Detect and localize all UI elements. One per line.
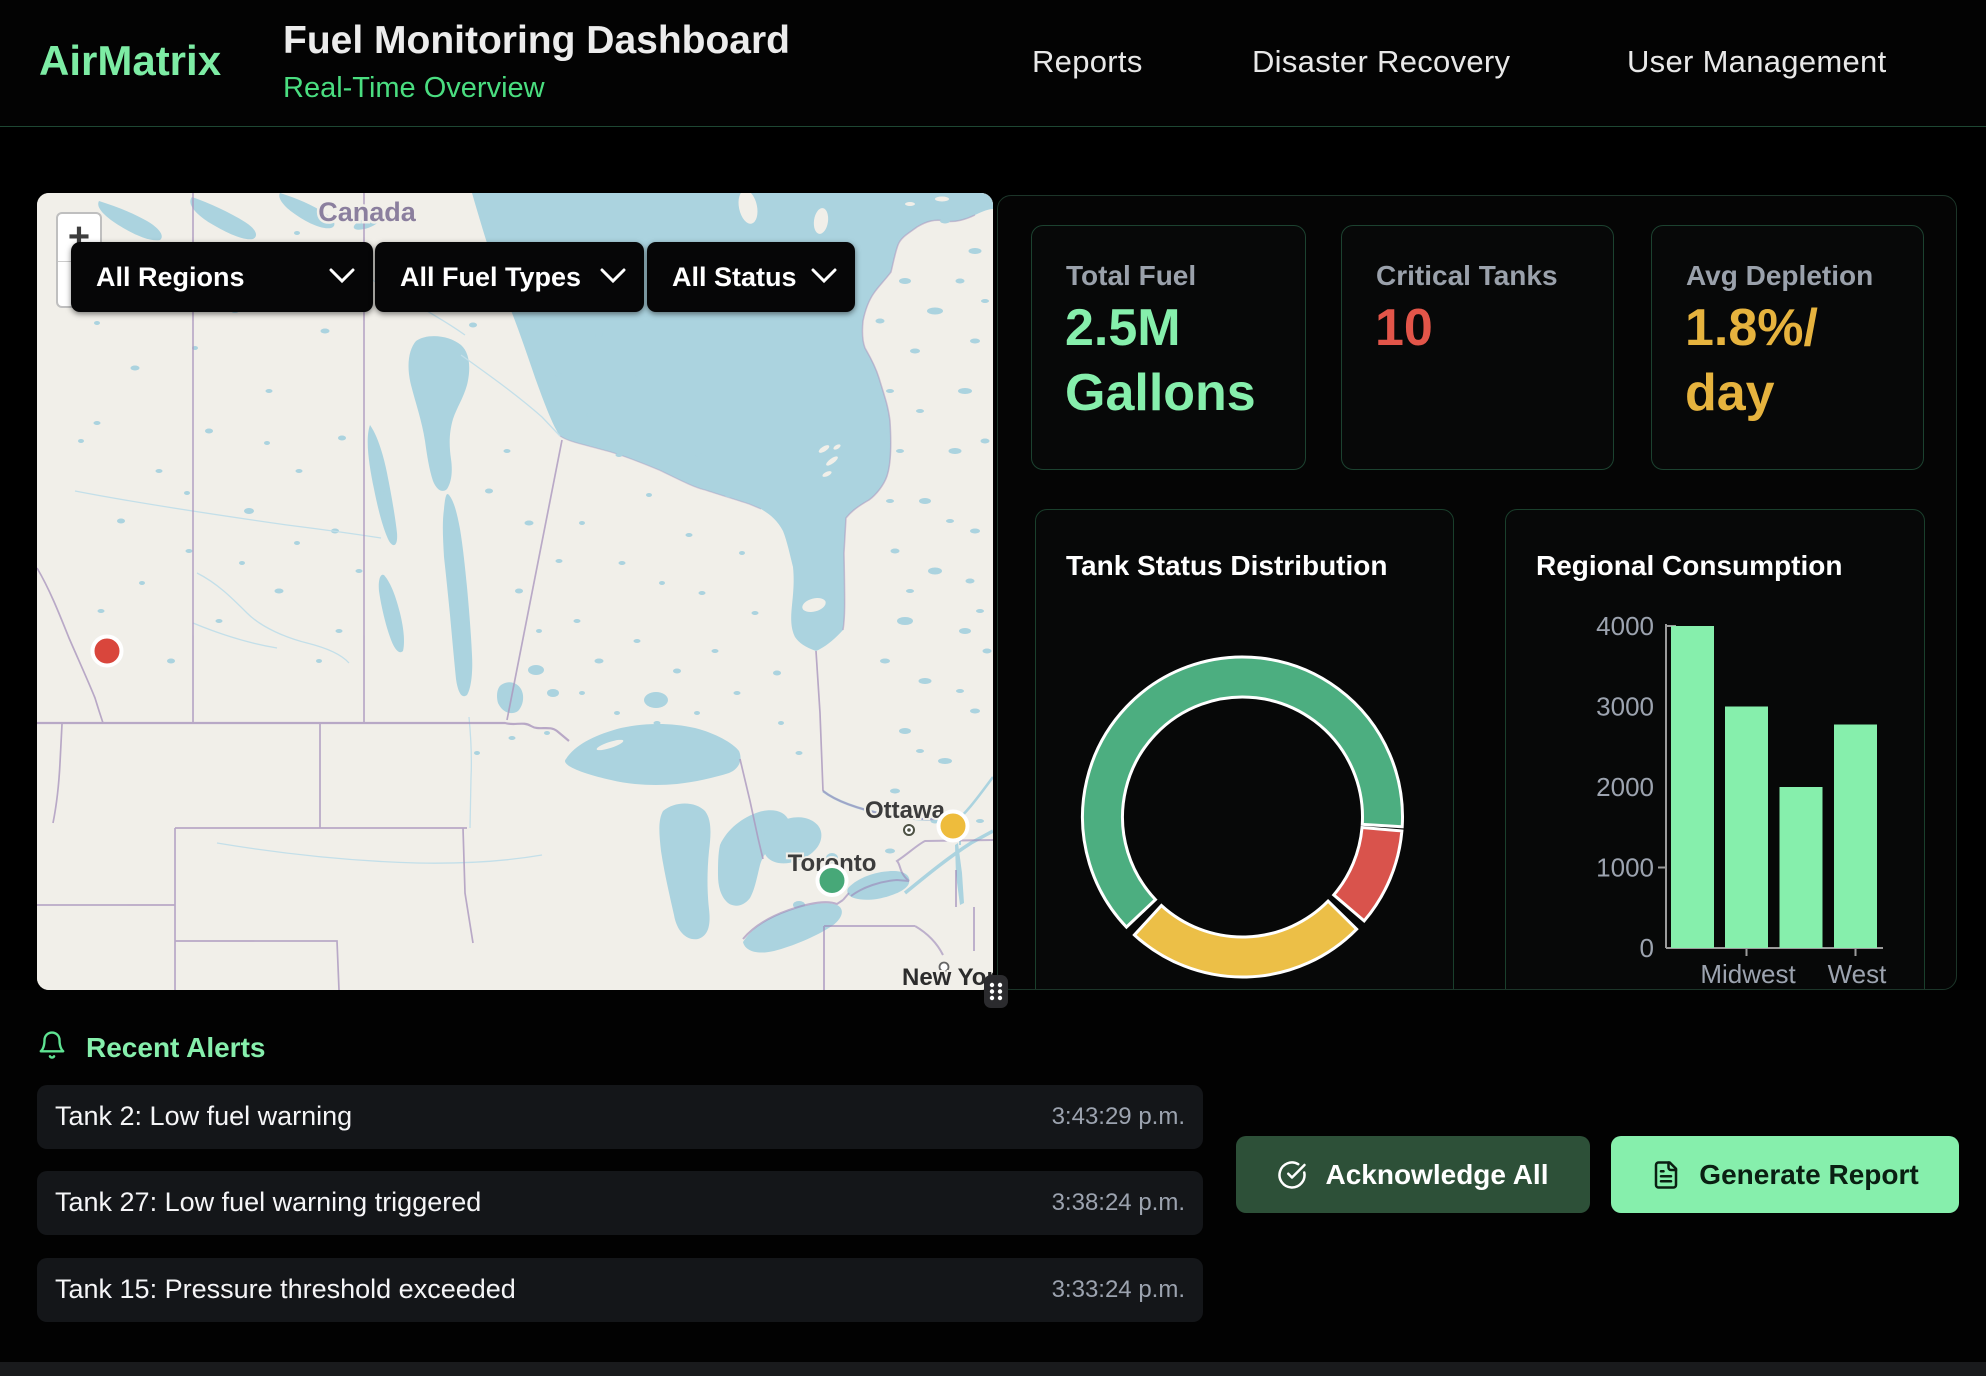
svg-text:1000: 1000 bbox=[1596, 853, 1654, 883]
svg-text:3000: 3000 bbox=[1596, 692, 1654, 722]
svg-text:Ottawa: Ottawa bbox=[865, 797, 946, 824]
svg-text:New York: New York bbox=[902, 964, 993, 990]
svg-text:Midwest: Midwest bbox=[1700, 959, 1796, 989]
svg-text:0: 0 bbox=[1640, 933, 1654, 963]
svg-text:4000: 4000 bbox=[1596, 611, 1654, 641]
svg-text:West: West bbox=[1828, 959, 1888, 989]
svg-text:2000: 2000 bbox=[1596, 772, 1654, 802]
svg-text:Canada: Canada bbox=[318, 197, 417, 227]
